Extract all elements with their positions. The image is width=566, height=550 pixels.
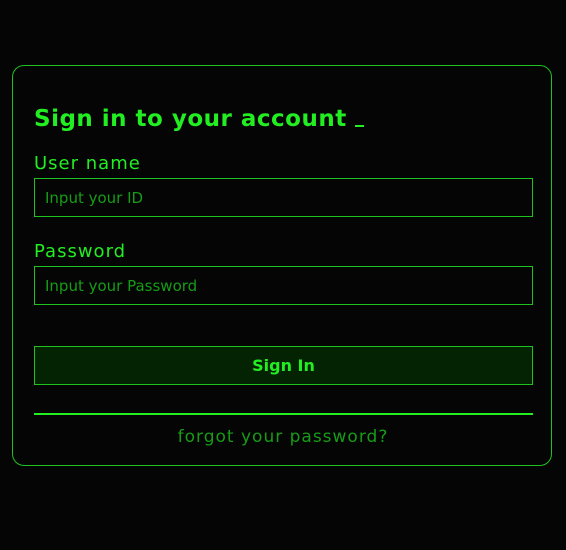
divider bbox=[34, 413, 533, 415]
username-input[interactable] bbox=[34, 178, 533, 217]
forgot-password-link[interactable]: forgot your password? bbox=[13, 427, 553, 447]
blinking-cursor-icon bbox=[354, 125, 364, 127]
title-text: Sign in to your account bbox=[34, 106, 347, 132]
password-label: Password bbox=[34, 241, 127, 262]
login-title: Sign in to your account bbox=[34, 106, 364, 132]
username-label: User name bbox=[34, 153, 141, 174]
password-input[interactable] bbox=[34, 266, 533, 305]
login-card: Sign in to your account User name Passwo… bbox=[12, 65, 552, 466]
sign-in-button[interactable]: Sign In bbox=[34, 346, 533, 385]
